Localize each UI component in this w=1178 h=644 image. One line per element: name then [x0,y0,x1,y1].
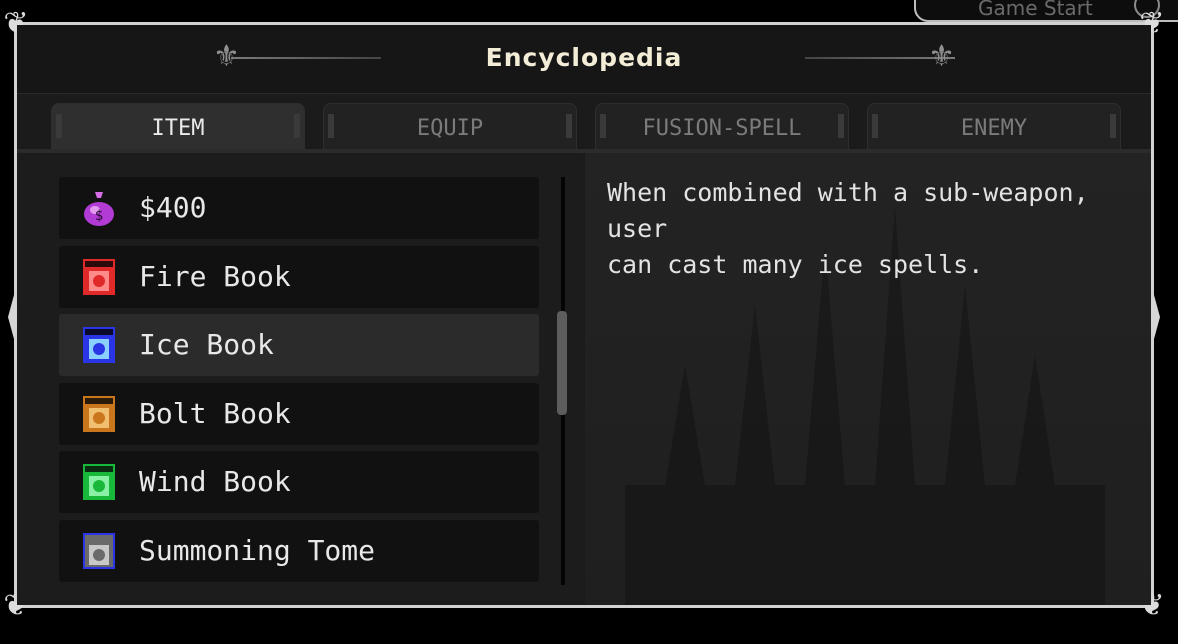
title-bar: ⚜ Encyclopedia ⚜ [17,25,1151,94]
item-label: Fire Book [139,260,291,293]
item-label: Bolt Book [139,397,291,430]
fleur-de-lis-icon: ⚜ [928,39,955,74]
item-label: Summoning Tome [139,534,376,567]
list-item[interactable]: $ $400 [59,177,539,239]
item-label: $400 [139,191,207,224]
ice-book-icon [83,327,115,363]
svg-text:$: $ [95,208,103,224]
list-item[interactable]: Wind Book [59,451,539,513]
money-bag-icon: $ [84,192,114,226]
tab-item[interactable]: ITEM [51,103,305,151]
tab-label: EQUIP [416,116,484,141]
tab-enemy[interactable]: ENEMY [867,103,1121,151]
tab-equip[interactable]: EQUIP [323,103,577,151]
list-item[interactable]: Ice Book [59,314,539,376]
scrollbar-thumb[interactable] [557,311,567,415]
list-item[interactable]: Bolt Book [59,383,539,445]
tab-label: FUSION-SPELL [642,116,802,141]
game-start-label: Game Start [978,0,1093,20]
tab-label: ENEMY [960,116,1028,141]
description-panel: When combined with a sub-weapon, user ca… [585,153,1151,605]
item-label: Ice Book [139,328,274,361]
fire-book-icon [83,259,115,295]
item-label: Wind Book [139,465,291,498]
list-item[interactable]: Fire Book [59,246,539,308]
bolt-book-icon [83,396,115,432]
encyclopedia-window: ❦ ❦ ❦ ❦ ⚜ Encyclopedia ⚜ ITEM EQUIP FUSI… [3,9,1164,621]
item-list: $ $400 Fire Book Ice Book Bolt Book Wind… [17,153,583,605]
list-item[interactable]: Summoning Tome [59,520,539,582]
item-description: When combined with a sub-weapon, user ca… [607,178,1089,279]
tab-bar: ITEM EQUIP FUSION-SPELL ENEMY [51,103,1121,151]
summoning-tome-icon [83,533,115,569]
tab-fusion-spell[interactable]: FUSION-SPELL [595,103,849,151]
tab-label: ITEM [151,116,205,141]
window-title: Encyclopedia [485,43,683,72]
wind-book-icon [83,464,115,500]
